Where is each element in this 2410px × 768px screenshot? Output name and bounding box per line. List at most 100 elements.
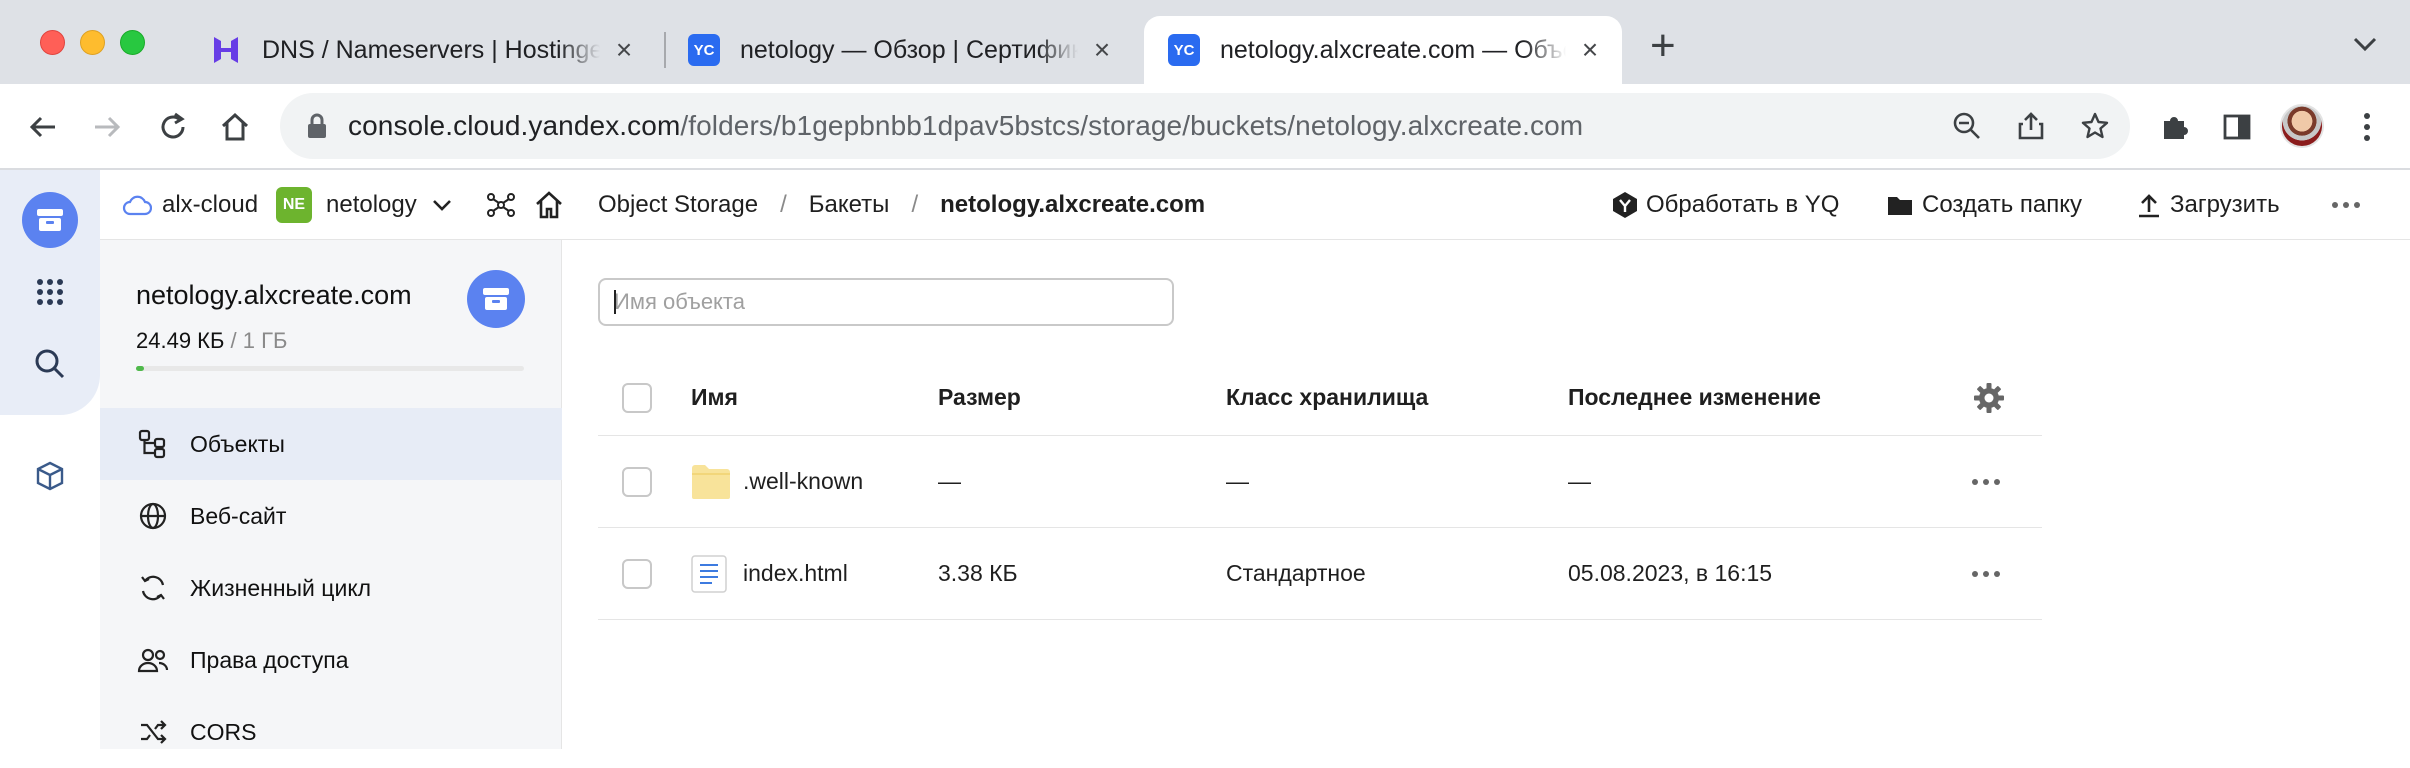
process-yq-button[interactable]: Обработать в YQ [1610, 170, 1839, 240]
rail-object-storage-button[interactable] [22, 192, 78, 248]
folder-selector[interactable]: NE netology [276, 170, 453, 240]
tab-title: DNS / Nameservers | Hostinger [262, 35, 600, 64]
folder-badge: NE [276, 187, 312, 223]
new-tab-button[interactable]: + [1650, 24, 1676, 68]
network-icon [487, 193, 515, 217]
browser-toolbar: console.cloud.yandex.com/folders/b1gepbn… [0, 84, 2410, 170]
breadcrumb-separator: / [780, 191, 787, 218]
object-name-cell[interactable]: index.html [691, 528, 848, 619]
cube-icon [36, 461, 64, 491]
side-panel-button[interactable] [2214, 104, 2260, 150]
object-storage-class: — [1226, 468, 1249, 494]
tab-search-chevron-icon[interactable] [2350, 34, 2380, 59]
tab-close-icon[interactable]: × [1088, 34, 1116, 65]
sidebar-item-label: Объекты [190, 430, 285, 457]
rail-services-button[interactable] [22, 264, 78, 320]
rail-marketplace-button[interactable] [22, 448, 78, 504]
extensions-button[interactable] [2152, 104, 2198, 150]
objects-icon [136, 427, 170, 461]
table-row[interactable]: .well-known — — — [598, 436, 2042, 528]
address-bar-actions [1952, 93, 2110, 159]
object-name: .well-known [743, 468, 864, 494]
row-actions-button[interactable] [1972, 528, 2000, 619]
ellipsis-icon [2332, 202, 2360, 208]
sidebar-item-label: CORS [190, 718, 257, 745]
share-icon[interactable] [2016, 111, 2046, 141]
folder-icon [692, 464, 730, 499]
window-close-button[interactable] [40, 30, 65, 55]
breadcrumb-current-bucket: netology.alxcreate.com [940, 191, 1206, 218]
bucket-storage-icon [467, 270, 525, 328]
chevron-down-icon [432, 200, 451, 211]
tab-bucket-objects[interactable]: YC netology.alxcreate.com — Объекты × [1144, 16, 1622, 84]
sidebar-item-access[interactable]: Права доступа [100, 624, 562, 696]
forward-button[interactable] [84, 104, 130, 150]
text-caret [614, 290, 616, 314]
yc-icon: YC [688, 34, 720, 66]
select-all-checkbox[interactable] [622, 382, 652, 413]
tab-close-icon[interactable]: × [610, 34, 638, 65]
yc-icon: YC [1168, 34, 1200, 66]
sidebar-item-website[interactable]: Веб-сайт [100, 480, 562, 552]
more-actions-button[interactable] [2332, 170, 2360, 240]
breadcrumb-buckets[interactable]: Бакеты [809, 191, 890, 219]
cors-icon [136, 715, 170, 749]
sidebar-item-lifecycle[interactable]: Жизненный цикл [100, 552, 562, 624]
arrow-right-icon [95, 116, 121, 138]
window-minimize-button[interactable] [80, 30, 105, 55]
row-actions-button[interactable] [1972, 436, 2000, 527]
cloud-selector[interactable]: alx-cloud [122, 170, 258, 240]
star-icon[interactable] [2080, 111, 2110, 141]
gear-icon [1974, 382, 2004, 413]
bucket-sidebar: netology.alxcreate.com 24.49 КБ / 1 ГБ О… [100, 240, 562, 749]
lock-icon [308, 113, 326, 138]
reload-button[interactable] [150, 104, 196, 150]
table-row[interactable]: index.html 3.38 КБ Стандартное 05.08.202… [598, 528, 2042, 620]
home-button[interactable] [212, 104, 258, 150]
storage-icon [37, 209, 63, 231]
zoom-out-icon[interactable] [1952, 111, 1982, 141]
tab-yc-overview[interactable]: YC netology — Обзор | Сертификаты × [664, 16, 1134, 84]
object-name-cell[interactable]: .well-known [691, 436, 863, 527]
window-maximize-button[interactable] [120, 30, 145, 55]
object-search-input[interactable] [598, 278, 1174, 326]
breadcrumb-separator: / [911, 191, 919, 218]
users-icon [136, 643, 170, 677]
create-folder-label: Создать папку [1922, 191, 2082, 218]
column-header-storage-class[interactable]: Класс хранилища [1226, 360, 1428, 435]
cloud-name: alx-cloud [162, 191, 259, 218]
console-rail [0, 170, 100, 749]
upload-button[interactable]: Загрузить [2136, 170, 2280, 240]
home-crumb-button[interactable] [534, 170, 564, 240]
kebab-menu-icon [2364, 113, 2370, 141]
bucket-usage-fill [136, 366, 144, 371]
back-button[interactable] [20, 104, 66, 150]
tab-close-icon[interactable]: × [1576, 34, 1604, 65]
cloud-icon [122, 195, 152, 216]
bucket-usage-bar [136, 366, 524, 371]
browser-menu-button[interactable] [2344, 104, 2390, 150]
address-bar[interactable]: console.cloud.yandex.com/folders/b1gepbn… [280, 93, 2130, 159]
breadcrumb: Object Storage / Бакеты / netology.alxcr… [598, 170, 1205, 240]
side-panel-icon [2223, 114, 2251, 140]
tab-hostinger[interactable]: DNS / Nameservers | Hostinger × [186, 16, 656, 84]
column-header-modified[interactable]: Последнее изменение [1568, 360, 1821, 435]
create-folder-button[interactable]: Создать папку [1886, 170, 2082, 240]
sidebar-item-cors[interactable]: CORS [100, 696, 562, 768]
row-checkbox[interactable] [622, 558, 652, 589]
sidebar-item-label: Веб-сайт [190, 502, 287, 529]
sidebar-item-label: Жизненный цикл [190, 574, 372, 601]
profile-avatar[interactable] [2280, 104, 2324, 148]
column-header-name[interactable]: Имя [691, 360, 738, 435]
resource-graph-button[interactable] [486, 170, 516, 240]
lifecycle-icon [136, 571, 170, 605]
file-icon [691, 554, 727, 593]
globe-icon [136, 499, 170, 533]
rail-search-button[interactable] [22, 336, 78, 392]
column-settings-button[interactable] [1972, 360, 2006, 435]
column-header-size[interactable]: Размер [938, 360, 1021, 435]
tab-title: netology — Обзор | Сертификаты [740, 35, 1078, 64]
sidebar-item-objects[interactable]: Объекты [100, 408, 562, 480]
breadcrumb-object-storage[interactable]: Object Storage [598, 191, 758, 219]
row-checkbox[interactable] [622, 466, 652, 497]
